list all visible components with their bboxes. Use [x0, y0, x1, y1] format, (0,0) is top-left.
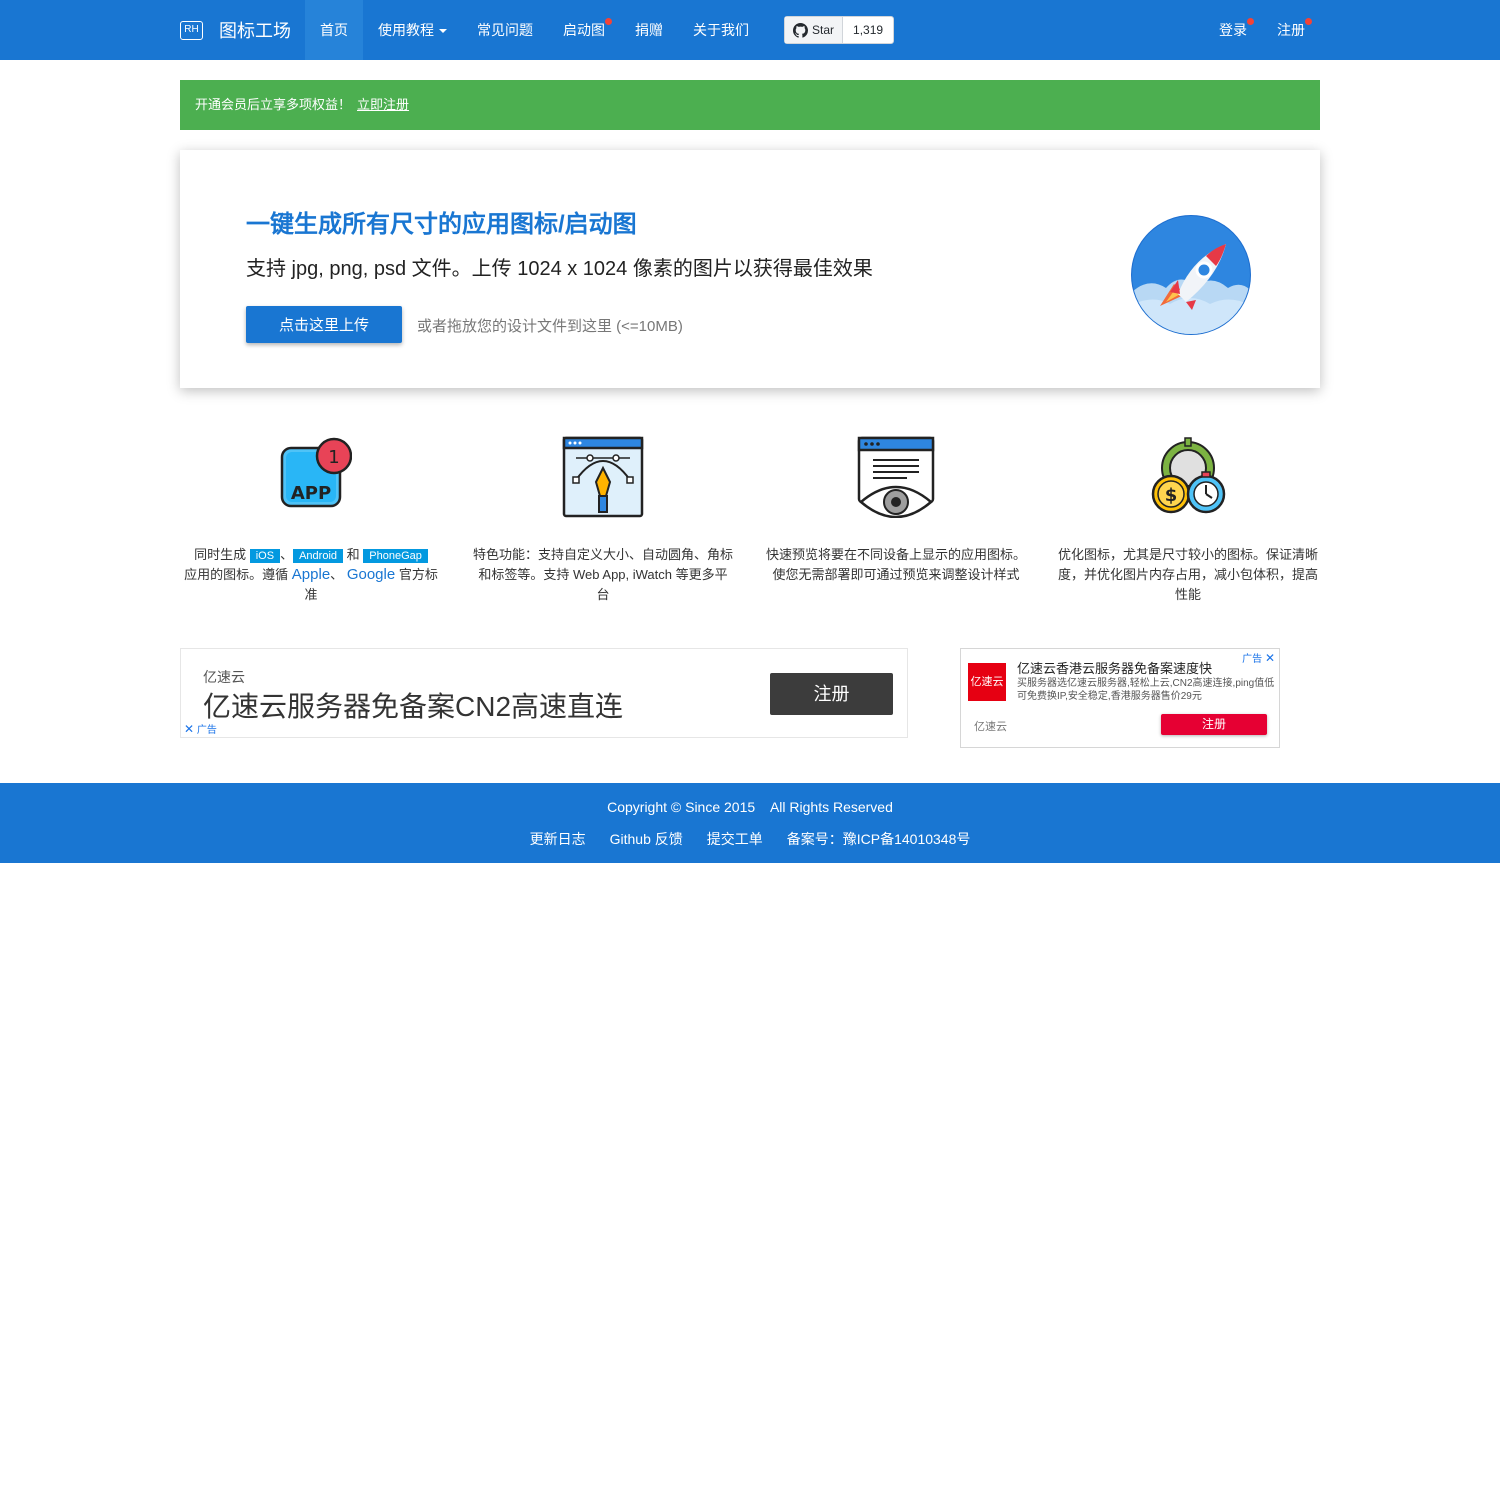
notification-dot-icon	[1305, 18, 1312, 25]
ad2-logo: 亿速云	[968, 663, 1006, 701]
nav-item-faq[interactable]: 常见问题	[462, 0, 548, 60]
navbar-container: RH 图标工场 首页 使用教程 常见问题 启动图 捐赠 关于我们 Star 1,…	[180, 0, 1320, 60]
preview-eye-icon	[857, 436, 935, 519]
footer-ticket-link[interactable]: 提交工单	[707, 829, 763, 849]
feature-text-3: 快速预览将要在不同设备上显示的应用图标。使您无需部署即可通过预览来调整设计样式	[765, 547, 1026, 582]
feature-preview: 快速预览将要在不同设备上显示的应用图标。使您无需部署即可通过预览来调整设计样式	[765, 436, 1027, 585]
github-star-count[interactable]: 1,319	[843, 17, 893, 43]
ad1-mark[interactable]: ✕ 广告	[184, 721, 217, 736]
hero-subtitle: 支持 jpg, png, psd 文件。上传 1024 x 1024 像素的图片…	[246, 258, 873, 280]
brand-logo-icon: RH	[180, 20, 203, 40]
nav-links: 首页 使用教程 常见问题 启动图 捐赠 关于我们	[305, 0, 764, 60]
ad2-tag-label: 广告	[1242, 654, 1263, 665]
feature-optimize: $ 优化图标，尤其是尺寸较小的图标。保证清晰度，并优化图片内存占用，减小包体积，…	[1057, 436, 1319, 605]
feature1-sep1: 、	[280, 547, 294, 562]
notification-dot-icon	[1247, 18, 1254, 25]
android-badge: Android	[293, 549, 344, 563]
ad1-title[interactable]: 亿速云服务器免备案CN2高速直连	[203, 685, 623, 725]
banner-ad-left[interactable]: 亿速云 亿速云服务器免备案CN2高速直连 注册 ✕ 广告	[180, 648, 908, 738]
caret-down-icon	[439, 29, 447, 34]
close-icon[interactable]: ✕	[184, 722, 194, 736]
google-link[interactable]: Google	[347, 566, 395, 583]
nav-item-tutorial[interactable]: 使用教程	[363, 0, 462, 60]
login-label: 登录	[1219, 22, 1247, 38]
banner-ad-right[interactable]: 亿速云 亿速云香港云服务器免备案速度快 买服务器选亿速云服务器,轻松上云,CN2…	[960, 648, 1280, 748]
ad2-register-button[interactable]: 注册	[1161, 714, 1267, 735]
ad1-mark-label: 广告	[196, 725, 217, 736]
register-label: 注册	[1277, 22, 1305, 38]
app-badge-count: 1	[328, 447, 339, 468]
footer-changelog-link[interactable]: 更新日志	[530, 829, 586, 849]
membership-promo-banner: 开通会员后立享多项权益！ 立即注册	[180, 80, 1320, 130]
ios-badge: iOS	[249, 549, 281, 563]
promo-text: 开通会员后立享多项权益！	[195, 97, 352, 112]
feature1-part2: 应用的图标。遵循	[184, 567, 289, 582]
brand-link[interactable]: RH 图标工场	[180, 0, 291, 60]
optimize-gear-coin-icon: $	[1151, 437, 1226, 514]
ad2-brand: 亿速云	[974, 721, 1007, 733]
drop-hint: 或者拖放您的设计文件到这里 (<=10MB)	[417, 318, 683, 335]
notification-dot-icon	[605, 18, 612, 25]
github-star-label: Star	[812, 23, 835, 37]
footer-github-feedback-link[interactable]: Github 反馈	[610, 829, 683, 849]
copyright-text: Copyright © Since 2015 All Rights Reserv…	[607, 799, 893, 815]
feature-text-4: 优化图标，尤其是尺寸较小的图标。保证清晰度，并优化图片内存占用，减小包体积，提高…	[1057, 547, 1318, 602]
upload-button[interactable]: 点击这里上传	[246, 306, 402, 343]
top-navbar: RH 图标工场 首页 使用教程 常见问题 启动图 捐赠 关于我们 Star 1,…	[0, 0, 1500, 60]
feature1-sep2: 、	[330, 567, 344, 582]
ad2-title[interactable]: 亿速云香港云服务器免备案速度快	[1017, 658, 1212, 677]
footer-links: 更新日志 Github 反馈 提交工单 备案号：豫ICP备14010348号	[0, 829, 1500, 849]
brand-name: 图标工场	[219, 21, 291, 41]
feature-custom: 特色功能：支持自定义大小、自动圆角、角标和标签等。支持 Web App, iWa…	[472, 436, 734, 605]
feature-text-2: 特色功能：支持自定义大小、自动圆角、角标和标签等。支持 Web App, iWa…	[472, 547, 733, 602]
nav-right: 登录 注册	[1204, 0, 1320, 60]
nav-item-tutorial-label: 使用教程	[378, 22, 434, 38]
phonegap-badge: PhoneGap	[363, 549, 428, 563]
ad2-description: 买服务器选亿速云服务器,轻松上云,CN2高速连接,ping值低可免费换IP,安全…	[1017, 678, 1275, 702]
register-link[interactable]: 注册	[1262, 0, 1320, 60]
promo-register-link[interactable]: 立即注册	[357, 97, 409, 112]
ad1-brand: 亿速云	[203, 669, 245, 685]
pen-tool-icon	[562, 436, 644, 518]
nav-item-launch-image-label: 启动图	[563, 22, 605, 38]
github-star-button[interactable]: Star	[785, 17, 844, 43]
site-footer: Copyright © Since 2015 All Rights Reserv…	[0, 783, 1500, 863]
nav-item-launch-image[interactable]: 启动图	[548, 0, 620, 60]
nav-item-about[interactable]: 关于我们	[678, 0, 764, 60]
github-icon	[793, 22, 808, 38]
footer-icp-link[interactable]: 备案号：豫ICP备14010348号	[787, 829, 971, 849]
ad2-tag[interactable]: 广告 ✕	[1242, 650, 1275, 665]
feature1-part1: 同时生成	[194, 547, 247, 562]
ad1-register-button[interactable]: 注册	[770, 673, 893, 715]
app-badge-icon: APP 1	[280, 437, 353, 508]
apple-link[interactable]: Apple	[292, 566, 330, 583]
upload-hero-card: 一键生成所有尺寸的应用图标/启动图 支持 jpg, png, psd 文件。上传…	[180, 150, 1320, 388]
feature1-and: 和	[346, 547, 360, 562]
nav-item-donate[interactable]: 捐赠	[620, 0, 678, 60]
feature-text-1: 同时生成 iOS、 Android 和 PhoneGap 应用的图标。遵循 App…	[180, 545, 442, 605]
close-icon[interactable]: ✕	[1265, 651, 1275, 665]
nav-item-home[interactable]: 首页	[305, 0, 363, 60]
app-icon-text: APP	[291, 483, 331, 504]
svg-text:$: $	[1165, 485, 1178, 506]
rocket-app-icon	[1131, 215, 1251, 335]
github-star-widget[interactable]: Star 1,319	[784, 16, 895, 44]
hero-title: 一键生成所有尺寸的应用图标/启动图	[246, 211, 637, 238]
feature-multi-platform: APP 1 同时生成 iOS、 Android 和 PhoneGap 应用的图标。…	[180, 436, 442, 605]
login-link[interactable]: 登录	[1204, 0, 1262, 60]
